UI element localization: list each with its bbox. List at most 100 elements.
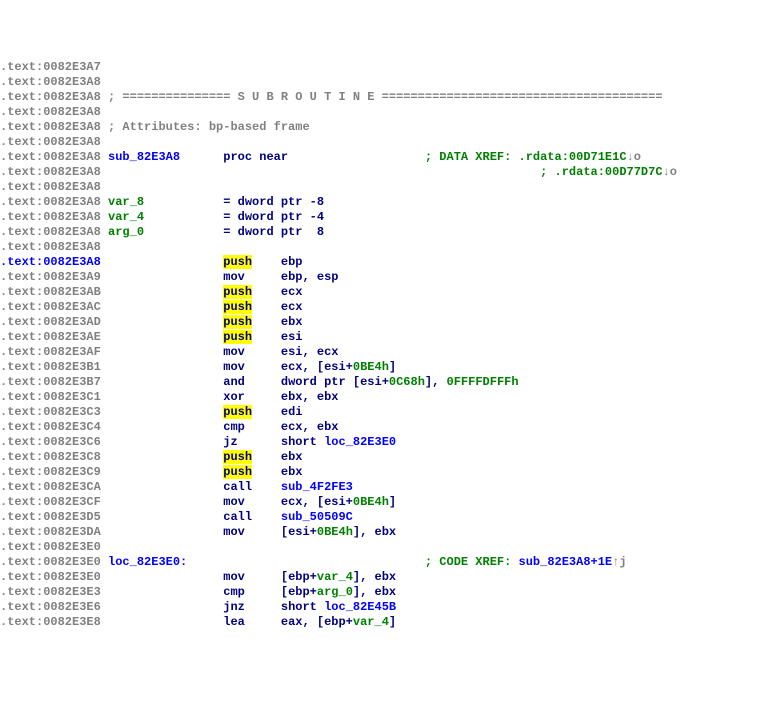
operand: esi [281, 330, 303, 344]
disasm-line[interactable]: .text:0082E3E0 loc_82E3E0: ; CODE XREF: … [0, 555, 779, 570]
mnemonic: xor [223, 390, 245, 404]
disasm-line[interactable]: .text:0082E3AF mov esi, ecx [0, 345, 779, 360]
var-ref[interactable]: arg_0 [317, 585, 353, 599]
var-name[interactable]: arg_0 [108, 225, 223, 239]
loc-label[interactable]: loc_82E3E0: [108, 555, 425, 569]
disasm-line[interactable]: .text:0082E3C4 cmp ecx, ebx [0, 420, 779, 435]
operand: ecx, [esi+ [281, 360, 353, 374]
xref-arrow-icon: ↓o [627, 150, 641, 164]
disasm-line[interactable]: .text:0082E3E0 mov [ebp+var_4], ebx [0, 570, 779, 585]
code-ref[interactable]: loc_82E45B [324, 600, 396, 614]
operand: ecx [281, 285, 303, 299]
var-def: = dword ptr 8 [223, 225, 324, 239]
disasm-line[interactable]: .text:0082E3A8 arg_0 = dword ptr 8 [0, 225, 779, 240]
disasm-line[interactable]: .text:0082E3E6 jnz short loc_82E45B [0, 600, 779, 615]
disasm-line[interactable]: .text:0082E3B1 mov ecx, [esi+0BE4h] [0, 360, 779, 375]
code-ref[interactable]: sub_50509C [281, 510, 353, 524]
address: .text:0082E3E0 [0, 570, 108, 584]
disasm-line[interactable]: .text:0082E3A8 [0, 135, 779, 150]
operand: ebx [281, 465, 303, 479]
address: .text:0082E3E8 [0, 615, 108, 629]
address: .text:0082E3A8 [0, 255, 108, 269]
operand: ebx [281, 315, 303, 329]
mnemonic: cmp [223, 585, 245, 599]
operand: dword ptr [esi+ [281, 375, 389, 389]
address: .text:0082E3E0 [0, 540, 108, 554]
mnemonic: call [223, 480, 252, 494]
disasm-line[interactable]: .text:0082E3DA mov [esi+0BE4h], ebx [0, 525, 779, 540]
var-ref[interactable]: var_4 [353, 615, 389, 629]
address: .text:0082E3A8 [0, 75, 108, 89]
disasm-line[interactable]: .text:0082E3E8 lea eax, [ebp+var_4] [0, 615, 779, 630]
disasm-line[interactable]: .text:0082E3D5 call sub_50509C [0, 510, 779, 525]
mnemonic: mov [223, 345, 245, 359]
address: .text:0082E3B7 [0, 375, 108, 389]
operand: [ebp+ [281, 570, 317, 584]
disasm-line[interactable]: .text:0082E3C1 xor ebx, ebx [0, 390, 779, 405]
xref-comment[interactable]: ; CODE XREF: [425, 555, 519, 569]
mnemonic: mov [223, 495, 245, 509]
disasm-line[interactable]: .text:0082E3E0 [0, 540, 779, 555]
xref-comment[interactable]: ; .rdata:00D77D7C [540, 165, 662, 179]
mnemonic: jz [223, 435, 237, 449]
disasm-line[interactable]: .text:0082E3AC push ecx [0, 300, 779, 315]
disasm-line[interactable]: .text:0082E3A9 mov ebp, esp [0, 270, 779, 285]
address: .text:0082E3A8 [0, 105, 108, 119]
var-name[interactable]: var_8 [108, 195, 223, 209]
proc-keyword: proc near [223, 150, 425, 164]
disasm-line[interactable]: .text:0082E3A8 [0, 105, 779, 120]
address: .text:0082E3A7 [0, 60, 108, 74]
disassembly-listing[interactable]: .text:0082E3A7 .text:0082E3A8 .text:0082… [0, 60, 779, 630]
disasm-line[interactable]: .text:0082E3A8 ; =============== S U B R… [0, 90, 779, 105]
disasm-line[interactable]: .text:0082E3A8 ; Attributes: bp-based fr… [0, 120, 779, 135]
disasm-line[interactable]: .text:0082E3A8 ; .rdata:00D77D7C↓o [0, 165, 779, 180]
code-ref[interactable]: loc_82E3E0 [324, 435, 396, 449]
mnemonic: push [223, 450, 252, 464]
proc-name[interactable]: sub_82E3A8 [108, 150, 223, 164]
address: .text:0082E3AB [0, 285, 108, 299]
mnemonic: and [223, 375, 245, 389]
var-ref[interactable]: var_4 [317, 570, 353, 584]
disasm-line[interactable]: .text:0082E3A8 [0, 240, 779, 255]
disasm-line[interactable]: .text:0082E3E3 cmp [ebp+arg_0], ebx [0, 585, 779, 600]
disasm-line[interactable]: .text:0082E3A8 var_4 = dword ptr -4 [0, 210, 779, 225]
mnemonic: push [223, 465, 252, 479]
mnemonic: push [223, 300, 252, 314]
xref-link[interactable]: sub_82E3A8+1E [519, 555, 613, 569]
disasm-line[interactable]: .text:0082E3A7 [0, 60, 779, 75]
var-name[interactable]: var_4 [108, 210, 223, 224]
disasm-line[interactable]: .text:0082E3C6 jz short loc_82E3E0 [0, 435, 779, 450]
address: .text:0082E3C3 [0, 405, 108, 419]
disasm-line[interactable]: .text:0082E3AB push ecx [0, 285, 779, 300]
mnemonic: mov [223, 360, 245, 374]
disasm-line[interactable]: .text:0082E3A8 sub_82E3A8 proc near ; DA… [0, 150, 779, 165]
var-def: = dword ptr -8 [223, 195, 324, 209]
address: .text:0082E3A8 [0, 135, 108, 149]
disasm-line[interactable]: .text:0082E3A8 push ebp [0, 255, 779, 270]
disasm-line[interactable]: .text:0082E3CF mov ecx, [esi+0BE4h] [0, 495, 779, 510]
disasm-line[interactable]: .text:0082E3AD push ebx [0, 315, 779, 330]
disasm-line[interactable]: .text:0082E3AE push esi [0, 330, 779, 345]
address: .text:0082E3A8 [0, 225, 108, 239]
immediate: 0BE4h [353, 495, 389, 509]
operand: eax, [ebp+ [281, 615, 353, 629]
mnemonic: push [223, 315, 252, 329]
address: .text:0082E3A8 [0, 165, 108, 179]
operand: short [281, 600, 324, 614]
disasm-line[interactable]: .text:0082E3CA call sub_4F2FE3 [0, 480, 779, 495]
code-ref[interactable]: sub_4F2FE3 [281, 480, 353, 494]
xref-arrow-icon: ↓o [663, 165, 677, 179]
disasm-line[interactable]: .text:0082E3A8 [0, 75, 779, 90]
var-def: = dword ptr -4 [223, 210, 324, 224]
operand: ebx, ebx [281, 390, 339, 404]
disasm-line[interactable]: .text:0082E3A8 [0, 180, 779, 195]
disasm-line[interactable]: .text:0082E3C8 push ebx [0, 450, 779, 465]
disasm-line[interactable]: .text:0082E3B7 and dword ptr [esi+0C68h]… [0, 375, 779, 390]
operand: ], ebx [353, 570, 396, 584]
operand: [esi+ [281, 525, 317, 539]
disasm-line[interactable]: .text:0082E3A8 var_8 = dword ptr -8 [0, 195, 779, 210]
xref-comment[interactable]: ; DATA XREF: .rdata:00D71E1C [425, 150, 627, 164]
disasm-line[interactable]: .text:0082E3C9 push ebx [0, 465, 779, 480]
disasm-line[interactable]: .text:0082E3C3 push edi [0, 405, 779, 420]
address: .text:0082E3CA [0, 480, 108, 494]
